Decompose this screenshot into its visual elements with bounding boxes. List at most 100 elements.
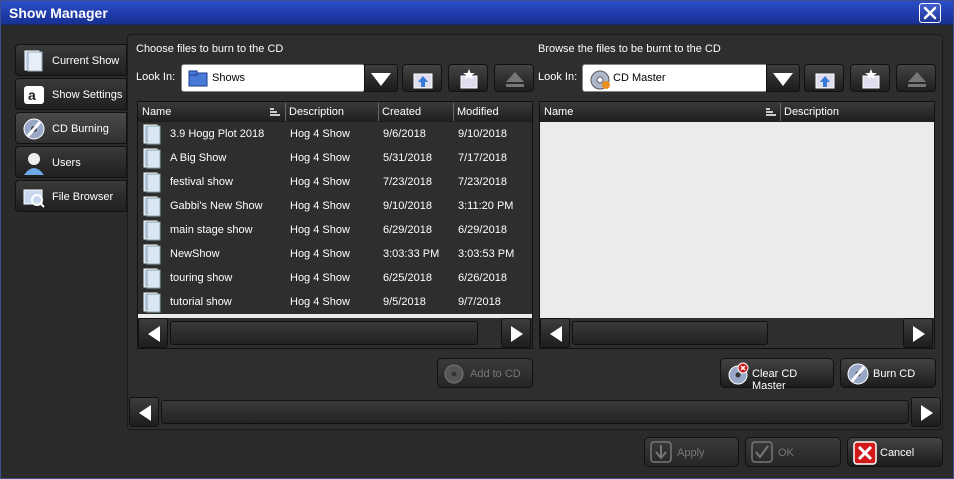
close-button[interactable] bbox=[919, 3, 941, 23]
nav-item-label: Users bbox=[52, 157, 81, 169]
row-created: 3:03:33 PM bbox=[383, 248, 440, 260]
column-header-description[interactable]: Description bbox=[289, 106, 344, 118]
folder-up-icon bbox=[815, 73, 835, 89]
cd-icon bbox=[590, 70, 610, 90]
table-row[interactable]: NewShow Hog 4 Show 3:03:33 PM 3:03:53 PM bbox=[138, 242, 532, 266]
arrow-left-icon bbox=[139, 405, 151, 421]
row-description: Hog 4 Show bbox=[290, 176, 350, 188]
add-to-cd-button[interactable]: Add to CD bbox=[437, 358, 533, 388]
row-modified: 9/7/2018 bbox=[458, 296, 501, 308]
sort-icon bbox=[270, 108, 280, 116]
scroll-right-button[interactable] bbox=[903, 318, 933, 348]
right-lookin-label: Look In: bbox=[538, 71, 578, 83]
table-row[interactable]: main stage show Hog 4 Show 6/29/2018 6/29/2… bbox=[138, 218, 532, 242]
column-header-created[interactable]: Created bbox=[382, 106, 421, 118]
row-created: 6/29/2018 bbox=[383, 224, 432, 236]
right-up-folder-button[interactable] bbox=[804, 64, 844, 92]
show-file-icon bbox=[143, 124, 161, 145]
scroll-thumb[interactable] bbox=[161, 400, 909, 424]
left-horizontal-scrollbar[interactable] bbox=[138, 318, 532, 348]
table-row[interactable]: Gabbi's New Show Hog 4 Show 9/10/2018 3:11:… bbox=[138, 194, 532, 218]
cd-burn-icon bbox=[23, 118, 45, 140]
right-horizontal-scrollbar[interactable] bbox=[540, 318, 934, 348]
nav-item-show-settings[interactable]: a Show Settings bbox=[15, 78, 127, 110]
left-up-folder-button[interactable] bbox=[402, 64, 442, 92]
nav-item-cd-burning[interactable]: CD Burning bbox=[15, 112, 127, 144]
left-file-list: Name Description Created Modified 3.9 Ho… bbox=[137, 101, 533, 349]
nav-item-label: CD Burning bbox=[52, 123, 109, 135]
sidebar-nav: Current Show a Show Settings CD Burning … bbox=[15, 44, 127, 214]
right-new-folder-button[interactable] bbox=[850, 64, 890, 92]
folder-up-icon bbox=[413, 73, 433, 89]
table-row[interactable]: touring show Hog 4 Show 6/25/2018 6/26/2018 bbox=[138, 266, 532, 290]
left-eject-button[interactable] bbox=[494, 64, 534, 92]
row-description: Hog 4 Show bbox=[290, 224, 350, 236]
right-lookin-combo[interactable]: CD Master bbox=[582, 64, 768, 92]
scroll-thumb[interactable] bbox=[170, 321, 478, 345]
eject-icon bbox=[908, 72, 926, 87]
column-header-description[interactable]: Description bbox=[784, 106, 839, 118]
chevron-down-icon bbox=[371, 73, 391, 86]
row-modified: 9/10/2018 bbox=[458, 128, 507, 140]
row-created: 9/10/2018 bbox=[383, 200, 432, 212]
row-description: Hog 4 Show bbox=[290, 248, 350, 260]
nav-item-label: File Browser bbox=[52, 191, 114, 203]
apply-button[interactable]: Apply bbox=[644, 437, 739, 467]
clear-cd-master-button[interactable]: Clear CD Master bbox=[720, 358, 834, 392]
title-bar[interactable]: Show Manager bbox=[1, 1, 953, 25]
row-created: 9/6/2018 bbox=[383, 128, 426, 140]
table-row[interactable]: tutorial show Hog 4 Show 9/5/2018 9/7/2018 bbox=[138, 290, 532, 314]
nav-item-file-browser[interactable]: File Browser bbox=[15, 180, 127, 212]
row-description: Hog 4 Show bbox=[290, 296, 350, 308]
scroll-left-button[interactable] bbox=[540, 318, 570, 348]
column-header-modified[interactable]: Modified bbox=[457, 106, 499, 118]
nav-item-label: Show Settings bbox=[52, 89, 123, 101]
apply-icon bbox=[650, 441, 672, 463]
row-name: A Big Show bbox=[170, 152, 227, 164]
table-row[interactable]: A Big Show Hog 4 Show 5/31/2018 7/17/2018 bbox=[138, 146, 532, 170]
row-description: Hog 4 Show bbox=[290, 128, 350, 140]
scroll-left-button[interactable] bbox=[138, 318, 168, 348]
panel-horizontal-scrollbar[interactable] bbox=[129, 397, 941, 427]
scroll-thumb[interactable] bbox=[572, 321, 768, 345]
row-modified: 6/29/2018 bbox=[458, 224, 507, 236]
show-file-icon bbox=[143, 196, 161, 217]
show-file-icon bbox=[143, 268, 161, 289]
scroll-right-button[interactable] bbox=[911, 397, 941, 427]
scroll-left-button[interactable] bbox=[129, 397, 159, 427]
left-lookin-label: Look In: bbox=[136, 71, 176, 83]
ok-button[interactable]: OK bbox=[745, 437, 841, 467]
show-file-icon bbox=[143, 244, 161, 265]
row-name: touring show bbox=[170, 272, 233, 284]
nav-item-label: Current Show bbox=[52, 55, 120, 67]
arrow-left-icon bbox=[550, 326, 562, 342]
right-lookin-dropdown[interactable] bbox=[766, 64, 800, 92]
column-header-name[interactable]: Name bbox=[142, 106, 171, 118]
nav-item-users[interactable]: Users bbox=[15, 146, 127, 178]
left-lookin-value: Shows bbox=[212, 72, 246, 84]
row-description: Hog 4 Show bbox=[290, 272, 350, 284]
left-list-header: Name Description Created Modified bbox=[138, 102, 532, 122]
table-row[interactable]: 3.9 Hogg Plot 2018 Hog 4 Show 9/6/2018 9/10… bbox=[138, 122, 532, 146]
left-lookin-dropdown[interactable] bbox=[364, 64, 398, 92]
clear-cd-master-label: Clear CD Master bbox=[752, 368, 798, 392]
right-heading: Browse the files to be burnt to the CD bbox=[538, 43, 721, 55]
left-lookin-combo[interactable]: Shows bbox=[181, 64, 365, 92]
row-name: Gabbi's New Show bbox=[170, 200, 263, 212]
row-name: main stage show bbox=[170, 224, 253, 236]
column-header-name[interactable]: Name bbox=[544, 106, 573, 118]
row-created: 9/5/2018 bbox=[383, 296, 426, 308]
right-eject-button[interactable] bbox=[896, 64, 936, 92]
scroll-right-button[interactable] bbox=[501, 318, 531, 348]
row-modified: 7/23/2018 bbox=[458, 176, 507, 188]
left-new-folder-button[interactable] bbox=[448, 64, 488, 92]
row-name: 3.9 Hogg Plot 2018 bbox=[170, 128, 265, 140]
burn-cd-button[interactable]: Burn CD bbox=[840, 358, 936, 388]
nav-item-current-show[interactable]: Current Show bbox=[15, 44, 127, 76]
cancel-label: Cancel bbox=[880, 447, 915, 459]
row-description: Hog 4 Show bbox=[290, 200, 350, 212]
eject-icon bbox=[506, 72, 524, 87]
row-modified: 3:11:20 PM bbox=[458, 200, 514, 212]
table-row[interactable]: festival show Hog 4 Show 7/23/2018 7/23/201… bbox=[138, 170, 532, 194]
cancel-button[interactable]: Cancel bbox=[847, 437, 943, 467]
